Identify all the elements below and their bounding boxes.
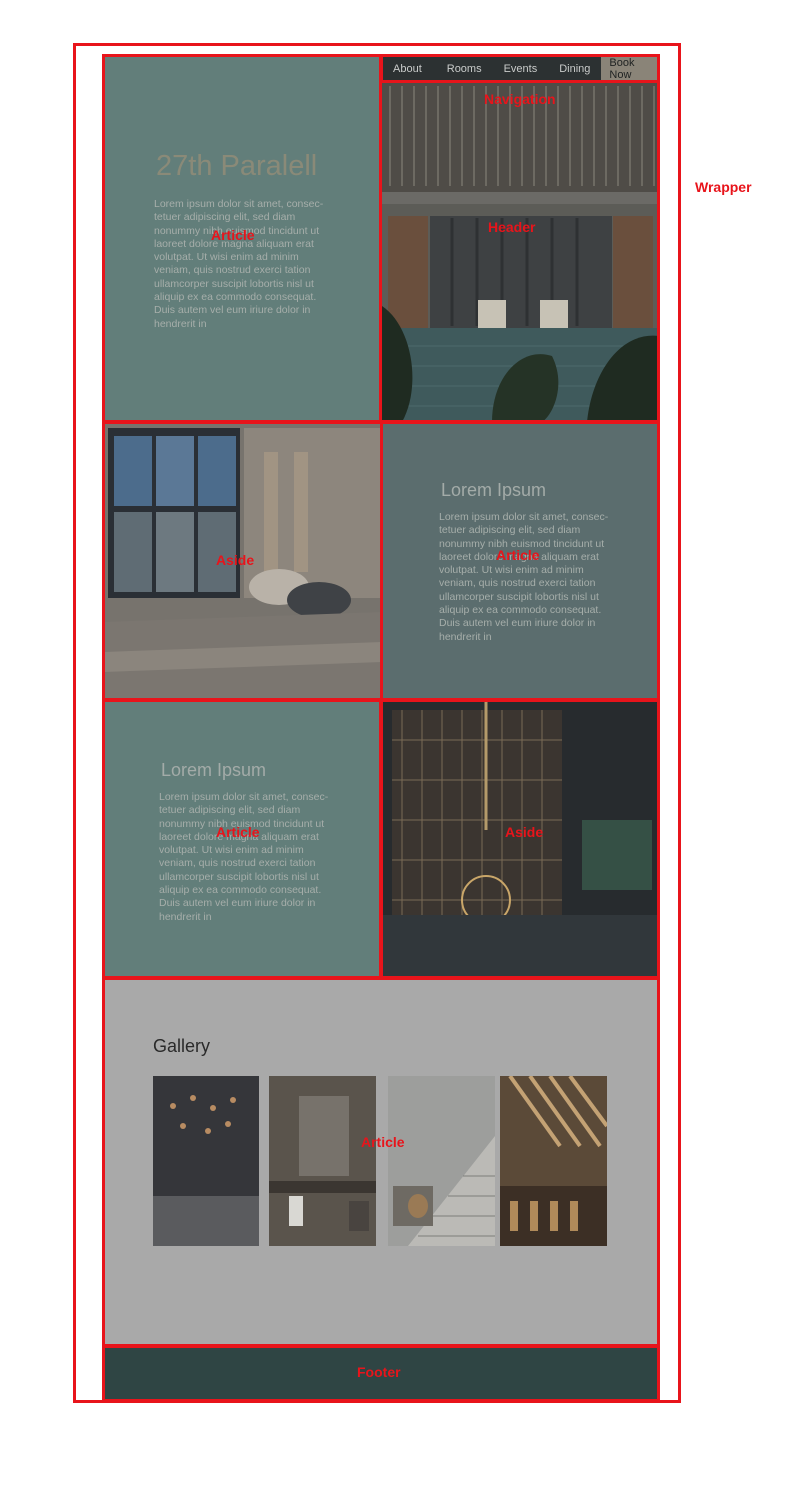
aside-label-bar: Aside bbox=[505, 824, 544, 840]
article-label-3: Article bbox=[216, 824, 260, 840]
article-label-hero: Article bbox=[211, 227, 255, 243]
article-label-gallery: Article bbox=[361, 1134, 405, 1150]
header-outline bbox=[379, 54, 660, 424]
header-label: Header bbox=[488, 219, 536, 235]
gallery-outline bbox=[102, 976, 660, 1348]
aside-label-bedroom: Aside bbox=[216, 552, 255, 568]
navigation-label: Navigation bbox=[484, 91, 556, 107]
wrapper-label: Wrapper bbox=[695, 179, 752, 195]
footer-label: Footer bbox=[357, 1364, 401, 1380]
article-label-2: Article bbox=[496, 547, 540, 563]
